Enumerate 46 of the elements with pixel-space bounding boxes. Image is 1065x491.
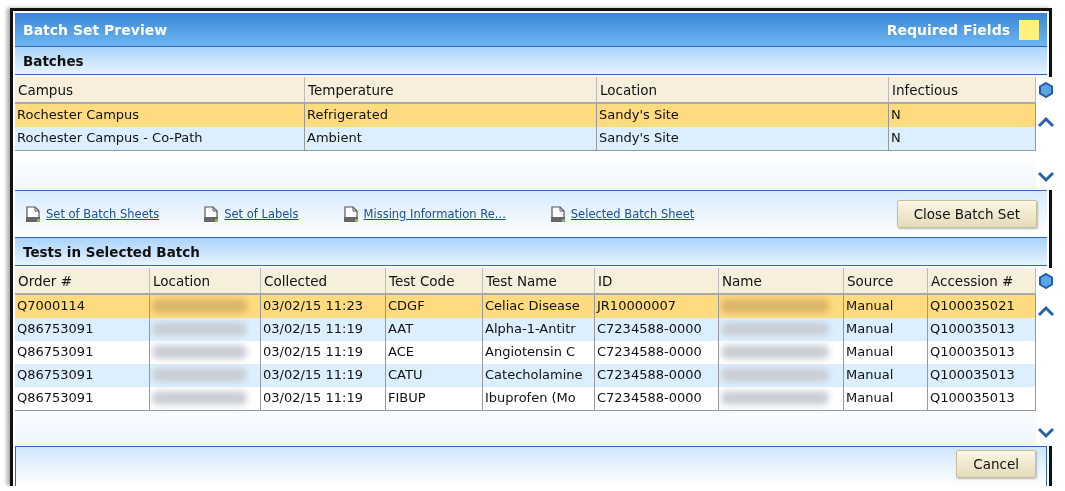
table-row[interactable]: Q86753091 03/02/15 11:19 ACE Angiotensin C C7234588-0000 Manual Q100035013 — [15, 341, 1036, 364]
printer-document-icon[interactable] — [203, 206, 220, 222]
column-settings-icon[interactable] — [1038, 82, 1054, 98]
column-header[interactable]: Temperature — [305, 77, 597, 102]
printer-document-icon[interactable] — [25, 206, 41, 222]
column-header[interactable]: Campus — [15, 77, 305, 102]
cancel-button[interactable]: Cancel — [956, 450, 1036, 478]
close-batch-set-button[interactable]: Close Batch Set — [896, 200, 1037, 228]
column-header[interactable]: ID — [595, 268, 719, 293]
table-cell: Rochester Campus - Co-Path — [15, 127, 305, 150]
table-row[interactable]: Q7000114 03/02/15 11:23 CDGF Celiac Disease JR10000007 Manual Q100035021 — [15, 295, 1036, 318]
report-link[interactable]: Set of Batch Sheets — [46, 207, 160, 221]
table-row[interactable]: Q86753091 03/02/15 11:19 AAT Alpha-1-Antitr C7234588-0000 Manual Q100035013 — [15, 318, 1036, 341]
column-header[interactable]: Location — [597, 77, 889, 102]
table-row[interactable]: Q86753091 03/02/15 11:19 FIBUP Ibuprofen (Mo C7234588-0000 Manual Q100035013 — [15, 387, 1036, 410]
column-header[interactable]: Source — [844, 268, 928, 293]
window-title: Batch Set Preview — [23, 21, 168, 38]
required-fields-label: Required Fields — [886, 21, 1010, 38]
column-header[interactable]: Order # — [15, 268, 150, 293]
table-cell: Ambient — [305, 127, 597, 150]
table-row[interactable]: Rochester Campus Refrigerated Sandy's Site N — [15, 104, 1036, 127]
table-cell: FIBUP — [386, 387, 483, 410]
section-title: Batches — [23, 52, 84, 69]
column-header[interactable]: Test Code — [386, 268, 483, 293]
table-cell: Q86753091 — [15, 387, 150, 410]
scroll-up-icon[interactable] — [1037, 303, 1055, 319]
table-cell: C7234588-0000 — [595, 387, 719, 410]
printer-document-icon[interactable] — [342, 206, 359, 222]
column-header[interactable]: Test Name — [483, 268, 595, 293]
scroll-up-icon[interactable] — [1037, 114, 1055, 130]
table-row[interactable]: Rochester Campus - Co-Path Ambient Sandy's Site N — [15, 127, 1036, 150]
column-settings-icon[interactable] — [1038, 273, 1054, 289]
table-cell: 03/02/15 11:19 — [261, 387, 386, 410]
table-cell: Manual — [844, 387, 928, 410]
required-color-swatch — [1019, 19, 1039, 40]
report-link[interactable]: Set of Labels — [224, 207, 299, 221]
section-title: Tests in Selected Batch — [23, 243, 200, 260]
table-cell: Sandy's Site — [597, 127, 889, 150]
table-cell: Ibuprofen (Mo — [483, 387, 595, 410]
printer-document-icon[interactable] — [549, 206, 566, 222]
column-header[interactable]: Name — [719, 268, 844, 293]
table-row[interactable]: Q86753091 03/02/15 11:19 CATU Catecholamine C7234588-0000 Manual Q100035013 — [15, 364, 1036, 387]
column-header[interactable]: Collected — [261, 268, 386, 293]
report-link[interactable]: Selected Batch Sheet — [570, 207, 695, 221]
report-link[interactable]: Missing Information Re... — [363, 207, 506, 221]
column-header[interactable]: Location — [150, 268, 261, 293]
